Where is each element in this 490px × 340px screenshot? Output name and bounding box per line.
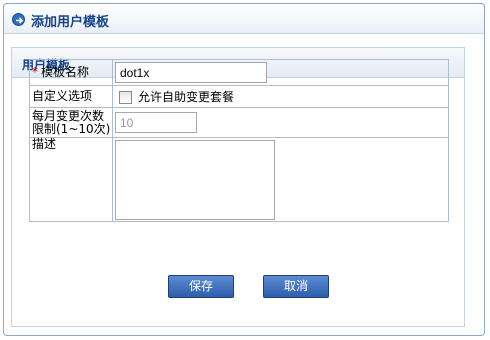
title-bar: 添加用户模板 [4,4,484,34]
add-user-template-window: 添加用户模板 用户模板 *模板名称 自定义选项 允许自助变更套餐 每月变更次数 [3,3,485,336]
description-label-cell: 描述 [29,137,113,222]
description-value-cell [112,137,449,222]
template-name-label: 模板名称 [41,65,90,79]
template-name-value-cell [112,59,449,86]
monthly-change-limit-label-cell: 每月变更次数 限制(1~10次) [29,107,113,138]
template-name-input[interactable] [115,62,267,83]
monthly-change-limit-label-line2: 限制(1~10次) [32,121,111,136]
description-textarea[interactable] [115,139,275,220]
custom-options-label: 自定义选项 [32,89,93,103]
allow-self-change-checkbox[interactable] [119,91,132,104]
template-name-label-cell: * 模板名称 [29,59,113,86]
monthly-change-limit-input[interactable] [115,112,197,133]
window-title: 添加用户模板 [31,15,110,30]
allow-self-change-label: 允许自助变更套餐 [138,90,235,104]
arrow-right-circle-icon [12,13,25,26]
monthly-change-limit-value-cell [112,107,449,138]
save-button[interactable]: 保存 [168,275,234,298]
monthly-change-limit-label-line1: 每月变更次数 [32,108,105,123]
required-mark: * [32,65,38,79]
cancel-button[interactable]: 取消 [263,275,329,298]
custom-options-label-cell: 自定义选项 [29,85,113,108]
description-label: 描述 [32,137,57,151]
template-form: *模板名称 自定义选项 允许自助变更套餐 每月变更次数 限制(1~10次) [29,59,449,222]
custom-options-value-cell: 允许自助变更套餐 [112,85,449,108]
